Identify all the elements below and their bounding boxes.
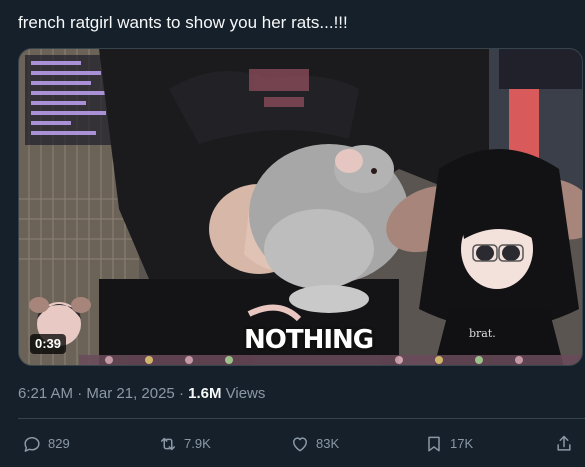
- tweet-text: french ratgirl wants to show you her rat…: [18, 13, 348, 32]
- tweet-time[interactable]: 6:21 AM: [18, 385, 73, 402]
- bookmark-count: 17K: [450, 436, 474, 451]
- tweet-date[interactable]: Mar 21, 2025: [86, 385, 174, 402]
- repost-button[interactable]: 7.9K: [158, 430, 211, 458]
- repost-icon: [161, 437, 175, 451]
- meta-separator: ·: [174, 385, 189, 402]
- divider: [18, 418, 585, 419]
- repost-count: 7.9K: [184, 436, 211, 451]
- svg-text:brat.: brat.: [469, 327, 496, 340]
- share-button[interactable]: [554, 430, 580, 458]
- bookmark-button[interactable]: 17K: [424, 430, 473, 458]
- heart-icon: [293, 437, 307, 452]
- action-bar: 829 7.9K 83K 17K: [18, 430, 579, 458]
- tweet-meta: 6:21 AM · Mar 21, 2025 · 1.6M Views: [18, 384, 265, 404]
- views-count: 1.6M: [188, 385, 222, 402]
- bookmark-icon: [428, 436, 440, 452]
- share-icon: [557, 435, 571, 451]
- like-button[interactable]: 83K: [290, 430, 339, 458]
- video-caption: NOTHING: [244, 325, 374, 355]
- like-count: 83K: [316, 436, 340, 451]
- reply-count: 829: [48, 436, 70, 451]
- meta-separator: ·: [73, 385, 87, 402]
- reply-button[interactable]: 829: [22, 430, 70, 458]
- video-duration-badge: 0:39: [30, 334, 67, 354]
- views-label: Views: [221, 385, 266, 402]
- reply-icon: [24, 437, 40, 452]
